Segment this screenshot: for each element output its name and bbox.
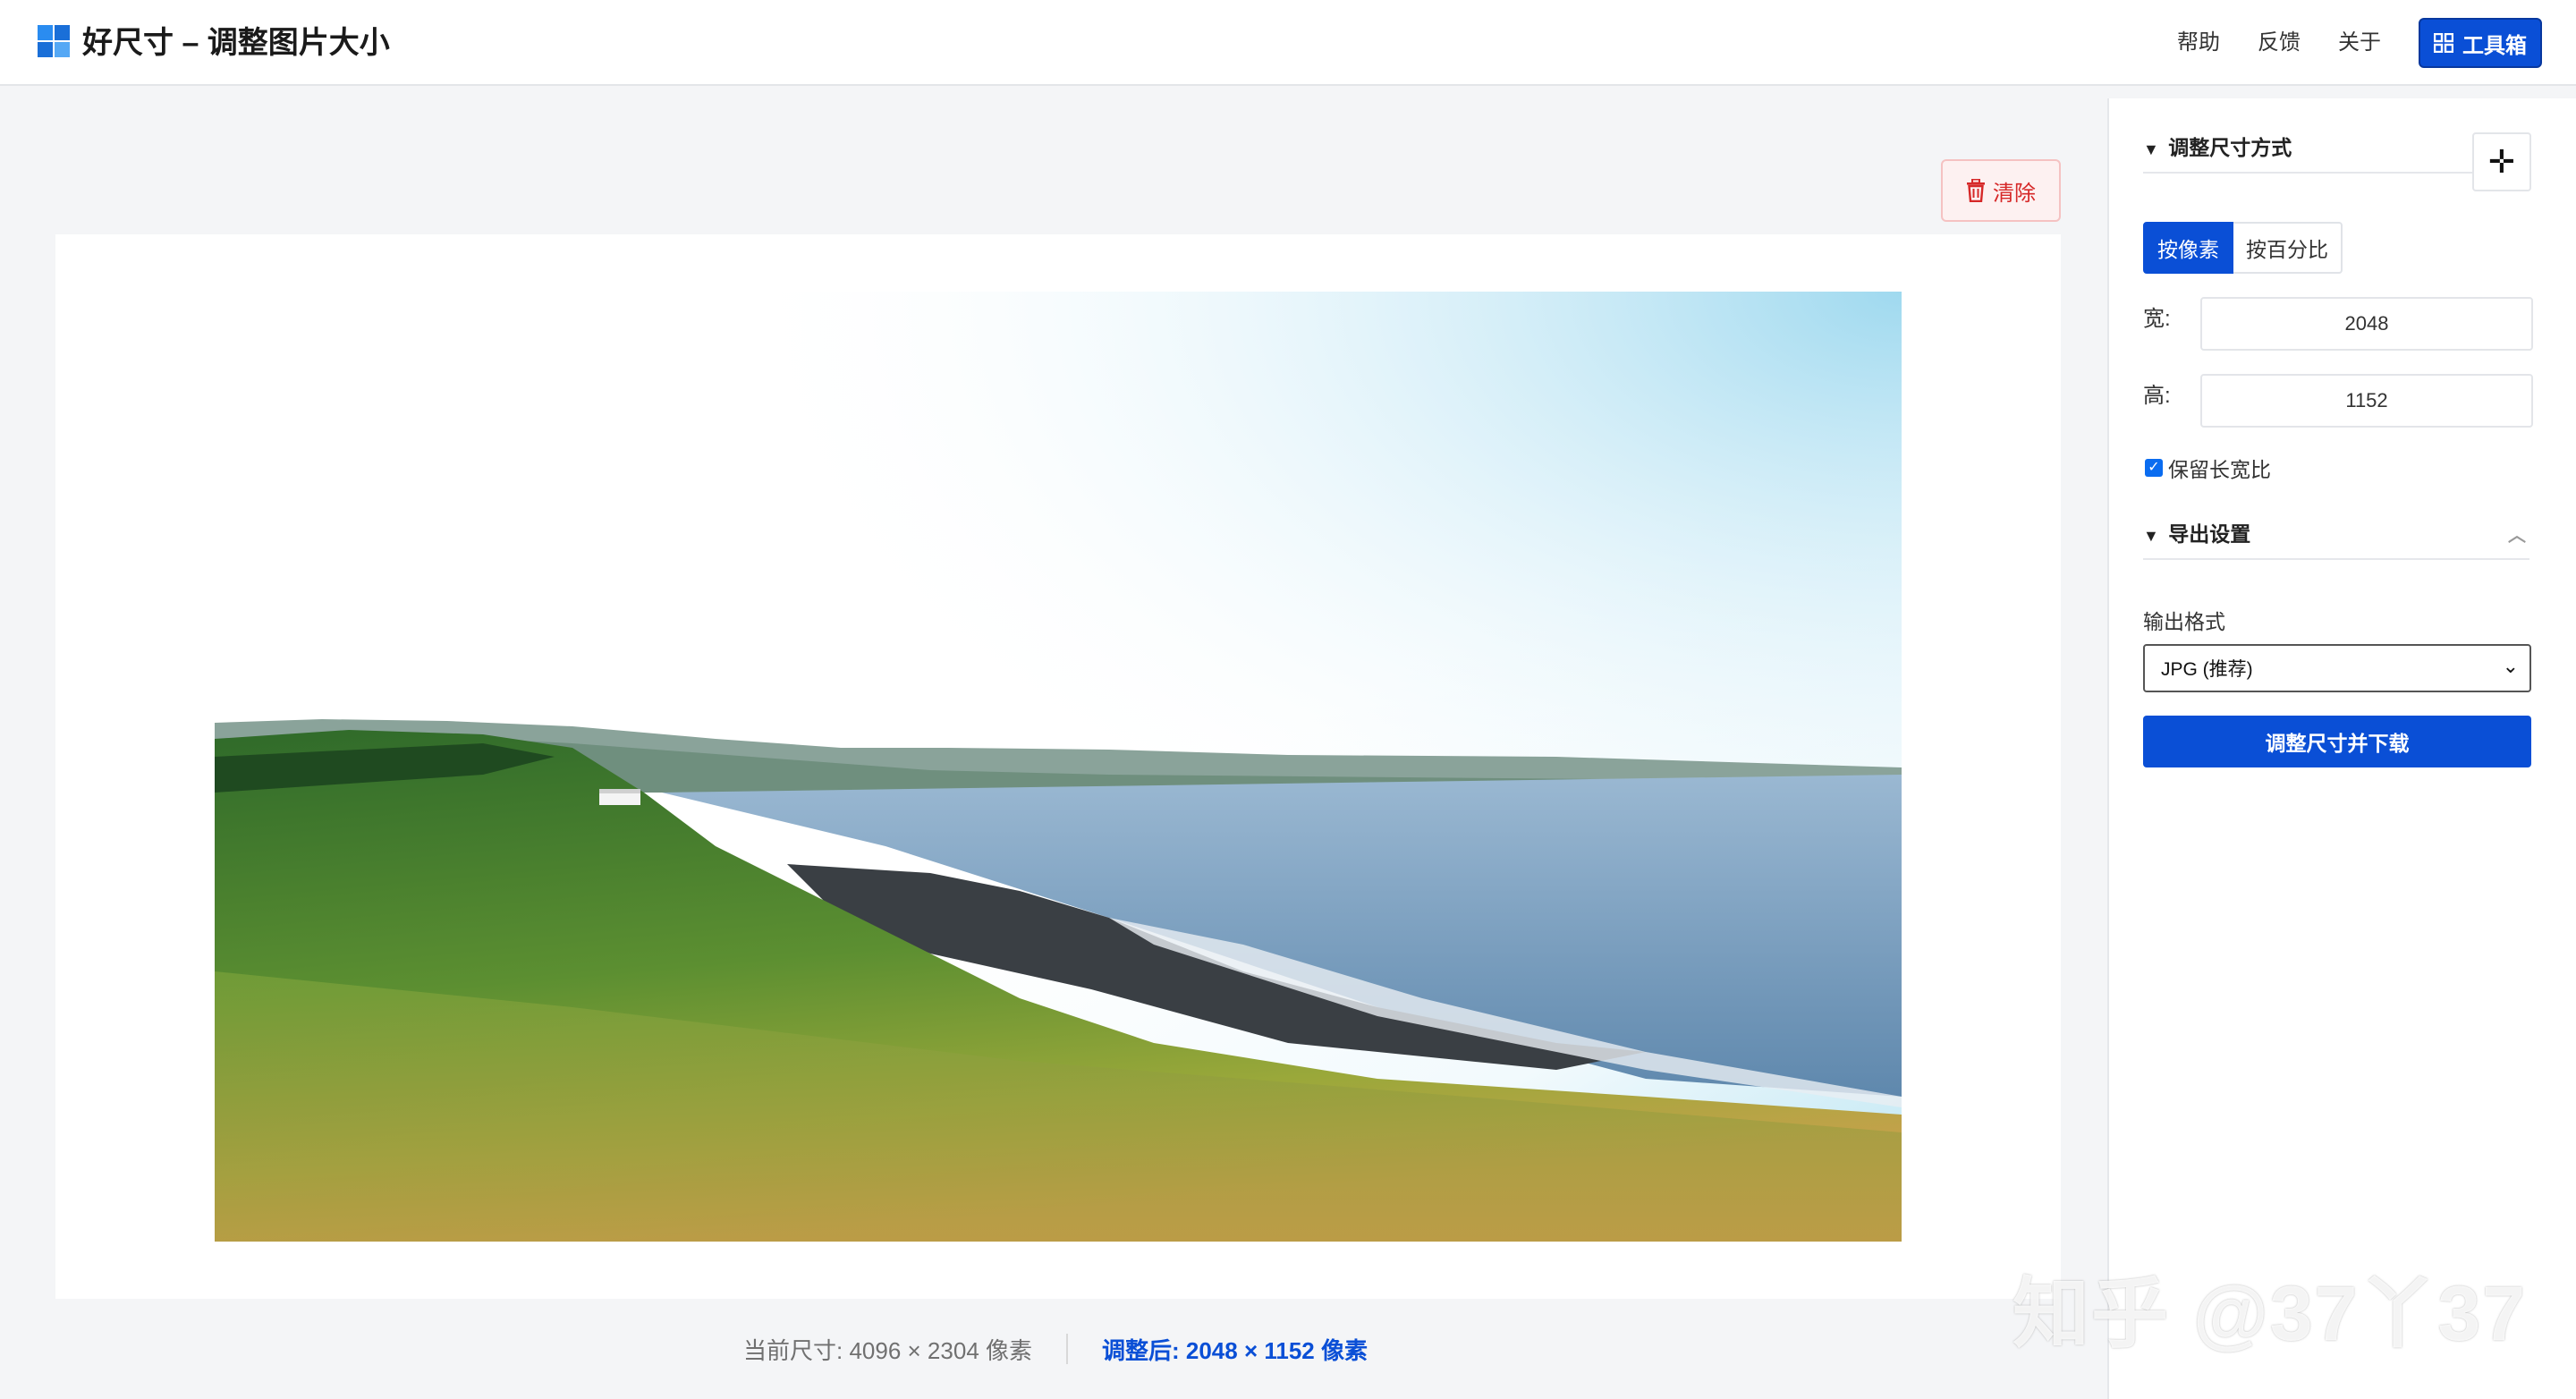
chevron-up-icon: ︿: [2508, 526, 2526, 546]
clear-label: 清除: [1993, 181, 2036, 206]
keep-ratio-label: 保留长宽比: [2168, 458, 2271, 481]
nav-feedback-link[interactable]: 反馈: [2258, 27, 2301, 59]
toolbox-label: 工具箱: [2462, 33, 2527, 58]
dimensions-bar: 当前尺寸: 4096 × 2304 像素 调整后: 2048 × 1152 像素: [0, 1333, 2111, 1365]
settings-sidebar: ▼ 调整尺寸方式 ︿ 按像素 按百分比 宽: 高: ✓ 保留长宽比 ▼ 导出设置…: [2107, 98, 2576, 1399]
app-title: 好尺寸 – 调整图片大小: [82, 26, 390, 60]
height-input[interactable]: [2200, 374, 2533, 428]
nav-about-link[interactable]: 关于: [2338, 27, 2381, 59]
clear-button[interactable]: 清除: [1941, 159, 2061, 222]
move-handle-button[interactable]: ✛: [2472, 132, 2531, 191]
resized-size-text: 调整后: 2048 × 1152 像素: [1102, 1336, 1368, 1364]
keep-ratio-checkbox[interactable]: ✓ 保留长宽比: [2145, 453, 2271, 483]
width-input[interactable]: [2200, 297, 2533, 351]
tab-by-percent[interactable]: 按百分比: [2233, 222, 2343, 274]
export-section-header[interactable]: ▼ 导出设置 ︿: [2143, 517, 2529, 560]
top-bar: 好尺寸 – 调整图片大小 帮助 反馈 关于 工具箱: [0, 0, 2576, 86]
width-label: 宽:: [2143, 307, 2171, 331]
app-logo-icon: [38, 25, 70, 57]
height-label: 高:: [2143, 384, 2171, 408]
preview-image: [215, 292, 1902, 1242]
nav-help-link[interactable]: 帮助: [2177, 27, 2220, 59]
checkbox-checked-icon[interactable]: ✓: [2145, 459, 2163, 477]
caret-down-icon: ▼: [2143, 527, 2159, 545]
caret-down-icon: ▼: [2143, 140, 2159, 158]
format-label: 输出格式: [2143, 610, 2225, 633]
tab-by-pixel[interactable]: 按像素: [2143, 222, 2233, 274]
format-select[interactable]: JPG (推荐) ⌄: [2143, 644, 2531, 692]
toolbox-button[interactable]: 工具箱: [2419, 18, 2542, 68]
resize-mode-tabs: 按像素 按百分比: [2143, 222, 2343, 274]
resize-download-button[interactable]: 调整尺寸并下载: [2143, 716, 2531, 767]
format-selected-value: JPG (推荐): [2161, 659, 2253, 680]
export-section-title: 导出设置: [2168, 522, 2251, 546]
trash-icon: [1967, 179, 1985, 202]
resize-section-title: 调整尺寸方式: [2168, 136, 2292, 159]
chevron-down-icon: ⌄: [2502, 655, 2519, 677]
landscape-photo: [215, 292, 1902, 1242]
grid-icon: [2434, 33, 2453, 53]
dimensions-divider: [1066, 1334, 1068, 1364]
current-size-text: 当前尺寸: 4096 × 2304 像素: [743, 1336, 1032, 1364]
watermark: 知乎 @37丫37: [2012, 1271, 2528, 1357]
